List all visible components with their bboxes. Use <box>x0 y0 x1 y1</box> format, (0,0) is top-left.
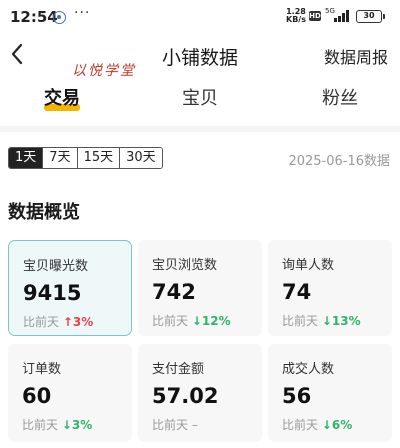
metric-card-item-views[interactable]: 宝贝浏览数 742 比前天 ↓12% <box>138 240 262 336</box>
status-time: 12:54 <box>10 8 58 26</box>
signal-icon <box>334 10 350 22</box>
metric-label: 询单人数 <box>282 258 335 273</box>
section-divider <box>0 126 400 132</box>
metric-compare: 比前天 ↓3% <box>22 416 132 433</box>
range-option-1d[interactable]: 1天 <box>9 148 44 168</box>
trend-up-icon: ↑ <box>62 315 73 329</box>
metric-label: 宝贝浏览数 <box>152 258 218 273</box>
metric-value: 56 <box>282 384 312 408</box>
compare-value: 12% <box>201 314 231 328</box>
metric-value: 60 <box>22 384 52 408</box>
metric-compare: 比前天 ↓6% <box>282 416 392 433</box>
metric-card-inquiry-users[interactable]: 询单人数 74 比前天 ↓13% <box>268 240 392 336</box>
metric-value: 57.02 <box>152 384 219 408</box>
trend-down-icon: ↓ <box>321 418 332 432</box>
network-speed-unit: KB/s <box>286 15 306 24</box>
range-option-30d[interactable]: 30天 <box>120 148 162 168</box>
metric-value: 9415 <box>23 281 82 305</box>
metric-compare: 比前天 ↓12% <box>152 312 262 329</box>
metric-value: 742 <box>152 280 196 304</box>
hd-icon: HD <box>309 11 321 21</box>
metric-card-payment-amount[interactable]: 支付金额 57.02 比前天 – <box>138 344 262 442</box>
app-notification-icon <box>53 11 66 24</box>
weekly-report-button[interactable]: 数据周报 <box>324 44 388 68</box>
date-range-selector: 1天 7天 15天 30天 <box>8 147 163 169</box>
overview-title: 数据概览 <box>8 202 80 223</box>
more-notifications-icon: ··· <box>74 5 91 21</box>
tab-label: 交易 <box>44 88 80 109</box>
trend-down-icon: ↓ <box>191 314 202 328</box>
range-option-7d[interactable]: 7天 <box>43 148 78 168</box>
metric-compare: 比前天 – <box>152 416 262 433</box>
compare-value: 13% <box>331 314 361 328</box>
tab-label: 宝贝 <box>182 88 218 109</box>
range-option-15d[interactable]: 15天 <box>77 148 121 168</box>
data-date: 2025-06-16数据 <box>288 154 390 169</box>
network-speed: 1.28 KB/s <box>286 8 306 24</box>
metric-compare: 比前天 ↑3% <box>23 313 131 330</box>
battery-icon: 30 <box>356 10 385 23</box>
compare-prefix: 比前天 <box>23 315 60 329</box>
compare-value: 3% <box>72 315 94 329</box>
trend-down-icon: ↓ <box>61 418 72 432</box>
tab-bar: 交易 宝贝 粉丝 <box>0 84 400 120</box>
tab-trade[interactable]: 交易 <box>44 84 80 110</box>
compare-value: 6% <box>331 418 353 432</box>
trend-down-icon: ↓ <box>321 314 332 328</box>
metric-card-buyers[interactable]: 成交人数 56 比前天 ↓6% <box>268 344 392 442</box>
compare-prefix: 比前天 <box>22 418 59 432</box>
metric-label: 宝贝曝光数 <box>23 259 89 274</box>
tab-fans[interactable]: 粉丝 <box>322 84 358 110</box>
compare-prefix: 比前天 <box>152 418 189 432</box>
tab-items[interactable]: 宝贝 <box>182 84 218 110</box>
metric-label: 成交人数 <box>282 362 335 377</box>
compare-value: – <box>191 418 198 432</box>
tab-label: 粉丝 <box>322 88 358 109</box>
header: 以悦学堂 小铺数据 数据周报 <box>0 34 400 79</box>
compare-prefix: 比前天 <box>282 418 319 432</box>
metric-value: 74 <box>282 280 312 304</box>
compare-value: 3% <box>71 418 93 432</box>
status-bar: 12:54 ··· 1.28 KB/s HD 5G 30 <box>0 0 400 34</box>
metric-compare: 比前天 ↓13% <box>282 312 392 329</box>
compare-prefix: 比前天 <box>152 314 189 328</box>
metric-label: 订单数 <box>22 362 62 377</box>
metric-card-orders[interactable]: 订单数 60 比前天 ↓3% <box>8 344 132 442</box>
metric-card-item-exposure[interactable]: 宝贝曝光数 9415 比前天 ↑3% <box>8 240 132 336</box>
compare-prefix: 比前天 <box>282 314 319 328</box>
metric-label: 支付金额 <box>152 362 205 377</box>
